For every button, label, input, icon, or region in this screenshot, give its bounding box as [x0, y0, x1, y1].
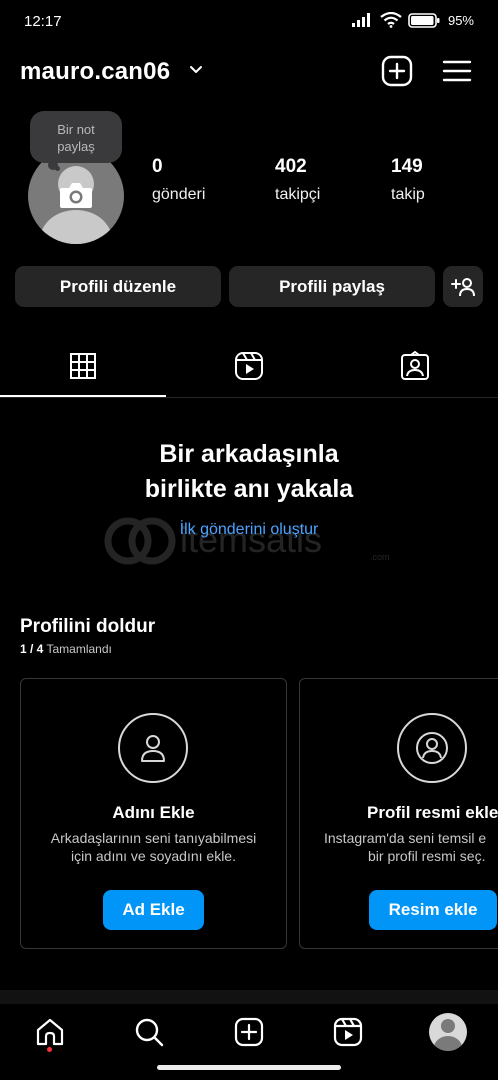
profile-circle-icon [416, 732, 448, 764]
tab-tagged[interactable] [332, 336, 498, 396]
status-icons: 95% [351, 12, 474, 28]
stat-followers-value: 402 [275, 156, 307, 177]
add-photo-button[interactable]: Resim ekle [369, 890, 497, 930]
add-name-desc-line2: için adını ve soyadını ekle. [71, 848, 236, 864]
username-switcher[interactable]: mauro.can06 [20, 58, 170, 86]
stat-posts-value: 0 [152, 156, 163, 177]
notification-dot [47, 1047, 52, 1052]
complete-profile-progress: 1 / 4 Tamamlandı [20, 642, 112, 656]
note-bubble[interactable]: Bir not paylaş [30, 111, 122, 163]
stat-following[interactable]: 149 takip [391, 156, 425, 204]
share-profile-button[interactable]: Profili paylaş [229, 266, 435, 307]
home-icon [36, 1018, 64, 1046]
wifi-icon [380, 12, 402, 28]
empty-state-title-line1: Bir arkadaşınla [159, 440, 339, 468]
empty-state-title: Bir arkadaşınla birlikte anı yakala [0, 437, 498, 507]
stat-following-label: takip [391, 186, 425, 203]
add-name-button[interactable]: Ad Ekle [103, 890, 204, 930]
card-person-icon-wrap [118, 713, 188, 783]
create-icon [234, 1017, 264, 1047]
add-post-icon[interactable] [380, 54, 414, 88]
add-name-card: Adını Ekle Arkadaşlarının seni tanıyabil… [20, 678, 287, 949]
home-indicator[interactable] [157, 1065, 341, 1070]
nav-profile-avatar[interactable] [429, 1013, 467, 1051]
stat-followers[interactable]: 402 takipçi [275, 156, 320, 204]
chevron-down-icon[interactable] [188, 62, 204, 78]
progress-label: Tamamlandı [46, 642, 112, 656]
suggestions-section-edge [0, 990, 498, 1004]
stat-following-value: 149 [391, 156, 423, 177]
discover-people-button[interactable] [443, 266, 483, 307]
create-first-post-link[interactable]: İlk gönderini oluştur [0, 521, 498, 539]
nav-avatar-head [441, 1019, 455, 1033]
add-name-card-description: Arkadaşlarının seni tanıyabilmesi için a… [21, 829, 286, 865]
grid-icon [70, 353, 96, 379]
search-icon [135, 1018, 164, 1047]
edit-profile-button[interactable]: Profili düzenle [15, 266, 221, 307]
complete-profile-title: Profilini doldur [20, 616, 156, 637]
profile-tabs [0, 336, 498, 398]
note-text-line1: Bir not [57, 122, 95, 137]
profile-header: mauro.can06 [0, 50, 498, 94]
add-photo-desc-line2: bir profil resmi seç. [368, 848, 486, 864]
person-icon [141, 735, 165, 762]
add-person-icon [451, 277, 475, 296]
empty-state-title-line2: birlikte anı yakala [144, 475, 354, 503]
camera-icon[interactable] [58, 180, 94, 210]
progress-count: 1 / 4 [20, 642, 44, 656]
signal-icon [351, 13, 370, 27]
nav-home[interactable] [30, 1012, 70, 1052]
status-time: 12:17 [24, 13, 62, 30]
note-bubble-tail-small [55, 166, 60, 171]
add-photo-card-description: Instagram'da seni temsil e bir profil re… [324, 829, 486, 865]
avatar-shoulders [40, 210, 112, 244]
reels-icon [235, 352, 263, 380]
watermark-domain: .com [370, 552, 390, 562]
tab-posts-grid[interactable] [0, 336, 166, 397]
nav-avatar-shoulders [434, 1036, 462, 1051]
add-photo-card-title: Profil resmi ekle [367, 803, 498, 822]
profile-actions: Profili düzenle Profili paylaş [0, 266, 498, 307]
stat-posts-label: gönderi [152, 186, 206, 203]
tagged-icon [401, 351, 429, 380]
stat-posts[interactable]: 0 gönderi [152, 156, 205, 204]
card-avatar-icon-wrap [397, 713, 467, 783]
add-profile-photo-card: Profil resmi ekle Instagram'da seni tems… [299, 678, 498, 949]
battery-icon [408, 12, 440, 28]
note-text-line2: paylaş [57, 139, 95, 154]
battery-percentage: 95% [447, 12, 474, 28]
tab-reels[interactable] [166, 336, 332, 396]
add-name-card-title: Adını Ekle [112, 803, 195, 822]
stat-followers-label: takipçi [275, 186, 321, 203]
nav-search[interactable] [129, 1012, 169, 1052]
add-name-desc-line1: Arkadaşlarının seni tanıyabilmesi [50, 830, 257, 846]
add-photo-desc-line1: Instagram'da seni temsil e [324, 830, 487, 846]
nav-create[interactable] [229, 1012, 269, 1052]
reels-icon [333, 1017, 363, 1047]
hamburger-menu-icon[interactable] [440, 54, 474, 88]
nav-reels[interactable] [328, 1012, 368, 1052]
status-bar: 12:17 95% [0, 0, 498, 44]
